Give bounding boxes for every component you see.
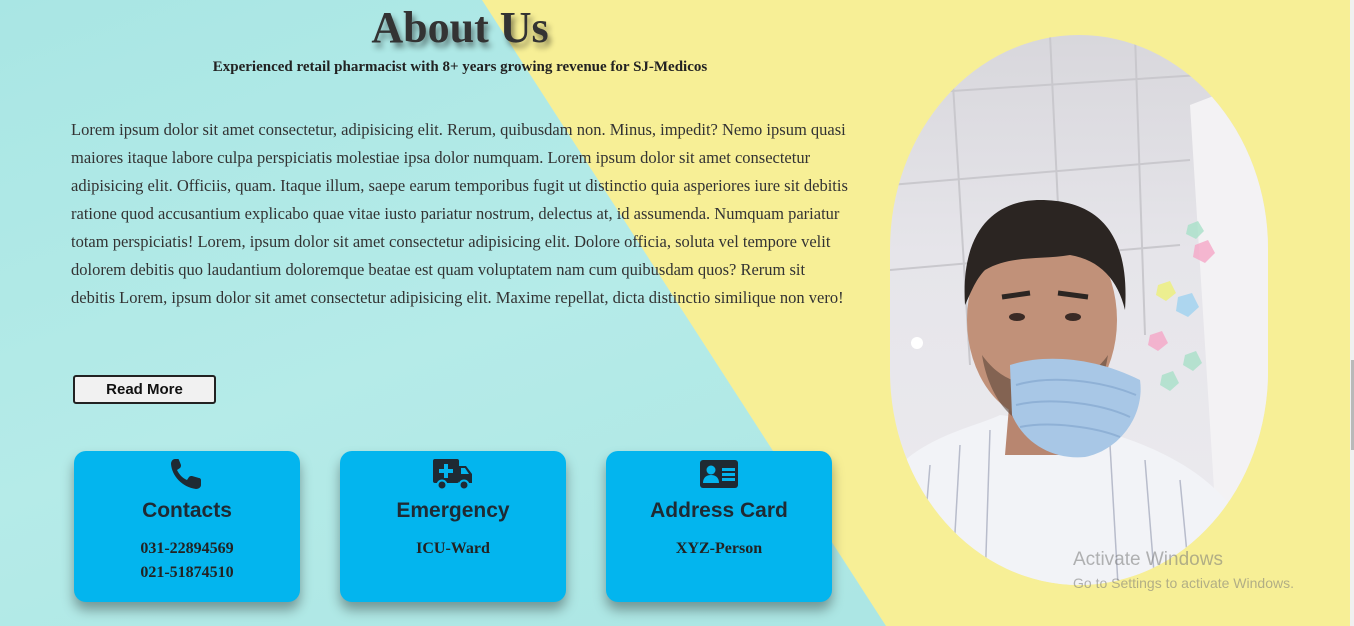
card-title: Contacts bbox=[142, 499, 232, 522]
address-card[interactable]: Address Card XYZ-Person bbox=[606, 451, 832, 602]
card-title: Address Card bbox=[650, 499, 788, 522]
page-scrollbar[interactable] bbox=[1350, 0, 1354, 626]
activate-windows-title: Activate Windows bbox=[1073, 549, 1223, 570]
page-title: About Us bbox=[371, 3, 549, 52]
emergency-card[interactable]: Emergency ICU-Ward bbox=[340, 451, 566, 602]
activate-windows-hint[interactable]: Go to Settings to activate Windows. bbox=[1073, 575, 1294, 591]
profile-photo bbox=[890, 35, 1268, 585]
contact-number: 021-51874510 bbox=[140, 564, 234, 581]
emergency-location: ICU-Ward bbox=[416, 540, 490, 557]
contact-number: 031-22894569 bbox=[140, 540, 234, 557]
address-card-icon bbox=[699, 457, 739, 491]
ambulance-icon bbox=[433, 457, 473, 491]
about-paragraph: Lorem ipsum dolor sit amet consectetur, … bbox=[71, 120, 848, 307]
phone-icon bbox=[167, 457, 207, 491]
contacts-card[interactable]: Contacts 031-22894569 021-51874510 bbox=[74, 451, 300, 602]
page-subtitle: Experienced retail pharmacist with 8+ ye… bbox=[212, 59, 708, 75]
card-title: Emergency bbox=[396, 499, 510, 522]
address-person: XYZ-Person bbox=[675, 540, 763, 557]
read-more-button[interactable]: Read More bbox=[73, 375, 216, 404]
